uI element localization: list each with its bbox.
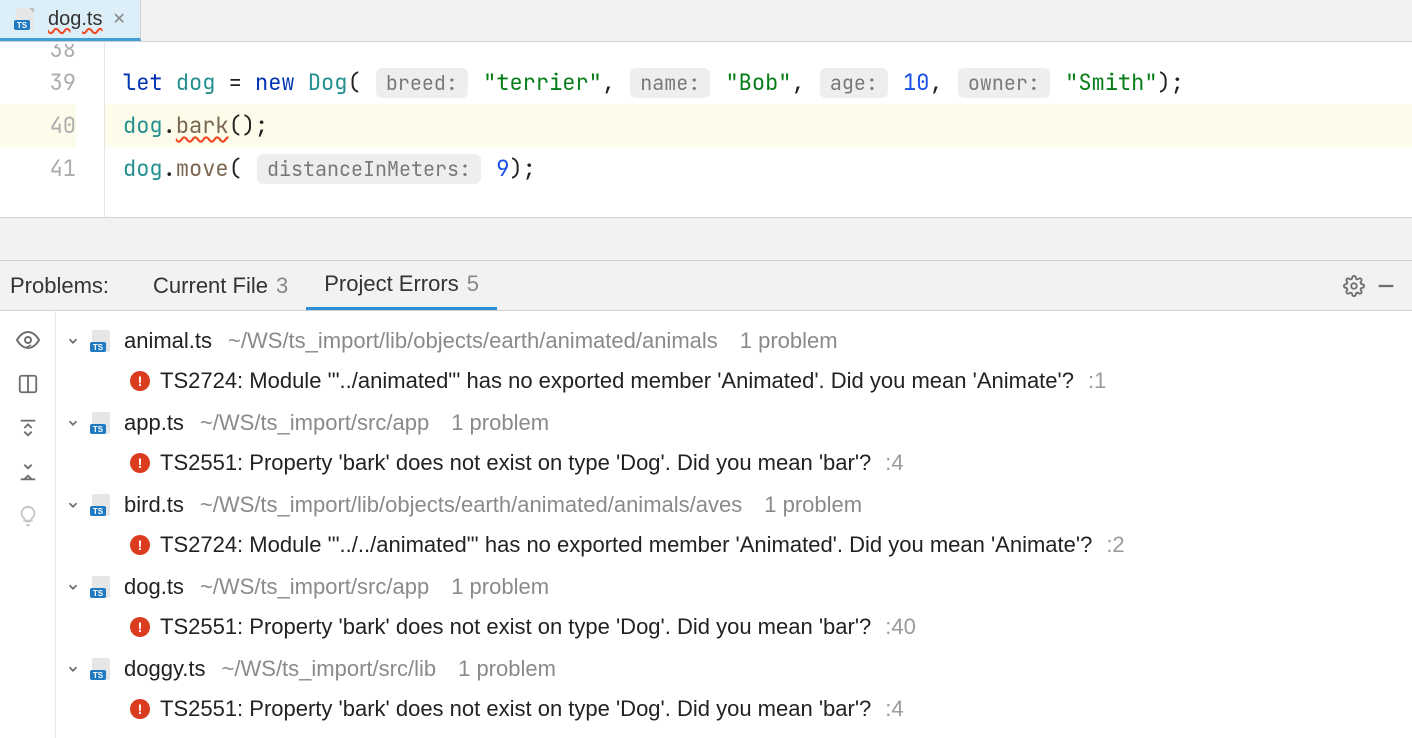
file-header[interactable]: TS animal.ts ~/WS/ts_import/lib/objects/… [62,321,1412,361]
problems-panel-header: Problems: Current File 3 Project Errors … [0,261,1412,311]
chevron-down-icon[interactable] [64,662,82,676]
error-text: TS2551: Property 'bark' does not exist o… [160,614,871,640]
problem-count: 1 problem [458,656,556,682]
problem-count: 1 problem [764,492,862,518]
error-icon: ! [130,371,150,391]
line-number: 39 [0,61,76,104]
chevron-down-icon[interactable] [64,498,82,512]
count-badge: 5 [467,271,479,297]
svg-text:TS: TS [93,343,104,352]
file-header[interactable]: TS bird.ts ~/WS/ts_import/lib/objects/ea… [62,485,1412,525]
error-icon: ! [130,617,150,637]
svg-text:TS: TS [17,21,28,30]
file-header[interactable]: TS app.ts ~/WS/ts_import/src/app 1 probl… [62,403,1412,443]
collapse-all-icon[interactable] [15,459,41,485]
panel-divider[interactable] [0,217,1412,261]
problem-count: 1 problem [451,574,549,600]
error-row[interactable]: ! TS2551: Property 'bark' does not exist… [62,689,1412,729]
file-name: dog.ts [124,574,184,600]
tab-project-errors[interactable]: Project Errors 5 [306,261,497,310]
code-editor[interactable]: 38 39 40 41 let dog = new Dog( breed: "t… [0,42,1412,217]
typescript-file-icon: TS [90,410,116,436]
problems-tree[interactable]: TS animal.ts ~/WS/ts_import/lib/objects/… [56,311,1412,738]
line-number: 40 [0,104,76,147]
svg-text:TS: TS [93,425,104,434]
typescript-file-icon: TS [90,656,116,682]
file-path: ~/WS/ts_import/lib/objects/earth/animate… [228,328,718,354]
inlay-hint: name: [630,68,710,98]
gear-icon[interactable] [1338,261,1370,310]
count-badge: 3 [276,273,288,299]
error-icon: ! [130,699,150,719]
code-area[interactable]: let dog = new Dog( breed: "terrier", nam… [105,42,1412,217]
error-line: :40 [885,614,916,640]
error-icon: ! [130,535,150,555]
problems-title: Problems: [10,261,135,310]
error-row[interactable]: ! TS2724: Module '"../animated"' has no … [62,361,1412,401]
problems-sidebar [0,311,56,738]
error-row[interactable]: ! TS2551: Property 'bark' does not exist… [62,607,1412,647]
chevron-down-icon[interactable] [64,416,82,430]
file-path: ~/WS/ts_import/src/lib [222,656,437,682]
svg-text:TS: TS [93,671,104,680]
inlay-hint: distanceInMeters: [257,154,481,184]
error-text: TS2724: Module '"../animated"' has no ex… [160,368,1074,394]
typescript-file-icon: TS [90,328,116,354]
problem-file-node: TS animal.ts ~/WS/ts_import/lib/objects/… [62,321,1412,401]
line-number: 38 [0,44,76,61]
error-line: :1 [1088,368,1106,394]
error-line: :4 [885,450,903,476]
minimize-icon[interactable] [1370,261,1402,310]
svg-text:TS: TS [93,589,104,598]
problem-count: 1 problem [451,410,549,436]
file-name: bird.ts [124,492,184,518]
expand-all-icon[interactable] [15,415,41,441]
code-line[interactable]: dog.bark(); [105,104,1412,147]
layout-icon[interactable] [15,371,41,397]
file-path: ~/WS/ts_import/src/app [200,574,429,600]
editor-tab-dog-ts[interactable]: TS dog.ts ✕ [0,0,141,41]
eye-icon[interactable] [15,327,41,353]
close-tab-icon[interactable]: ✕ [112,9,125,29]
file-name: app.ts [124,410,184,436]
inlay-hint: age: [820,68,888,98]
error-icon: ! [130,453,150,473]
file-path: ~/WS/ts_import/src/app [200,410,429,436]
svg-text:TS: TS [93,507,104,516]
error-text: TS2724: Module '"../../animated"' has no… [160,532,1092,558]
file-name: doggy.ts [124,656,206,682]
file-name: animal.ts [124,328,212,354]
problem-file-node: TS dog.ts ~/WS/ts_import/src/app 1 probl… [62,567,1412,647]
file-path: ~/WS/ts_import/lib/objects/earth/animate… [200,492,742,518]
problem-file-node: TS app.ts ~/WS/ts_import/src/app 1 probl… [62,403,1412,483]
bulb-icon[interactable] [15,503,41,529]
problem-count: 1 problem [740,328,838,354]
code-line[interactable] [105,44,1412,61]
line-gutter: 38 39 40 41 [0,42,105,217]
typescript-file-icon: TS [90,492,116,518]
file-header[interactable]: TS doggy.ts ~/WS/ts_import/src/lib 1 pro… [62,649,1412,689]
problem-file-node: TS bird.ts ~/WS/ts_import/lib/objects/ea… [62,485,1412,565]
editor-tab-bar: TS dog.ts ✕ [0,0,1412,42]
chevron-down-icon[interactable] [64,580,82,594]
inlay-hint: breed: [376,68,468,98]
error-row[interactable]: ! TS2551: Property 'bark' does not exist… [62,443,1412,483]
error-text: TS2551: Property 'bark' does not exist o… [160,450,871,476]
error-row[interactable]: ! TS2724: Module '"../../animated"' has … [62,525,1412,565]
inlay-hint: owner: [958,68,1050,98]
error-line: :4 [885,696,903,722]
file-header[interactable]: TS dog.ts ~/WS/ts_import/src/app 1 probl… [62,567,1412,607]
line-number: 41 [0,147,76,190]
chevron-down-icon[interactable] [64,334,82,348]
typescript-file-icon: TS [14,6,40,32]
code-line[interactable]: dog.move( distanceInMeters: 9); [105,147,1412,190]
code-line[interactable]: let dog = new Dog( breed: "terrier", nam… [105,61,1412,104]
problem-file-node: TS doggy.ts ~/WS/ts_import/src/lib 1 pro… [62,649,1412,729]
problems-panel-body: TS animal.ts ~/WS/ts_import/lib/objects/… [0,311,1412,738]
typescript-file-icon: TS [90,574,116,600]
tab-current-file[interactable]: Current File 3 [135,261,306,310]
error-text: TS2551: Property 'bark' does not exist o… [160,696,871,722]
tab-label: dog.ts [48,8,102,31]
error-line: :2 [1106,532,1124,558]
